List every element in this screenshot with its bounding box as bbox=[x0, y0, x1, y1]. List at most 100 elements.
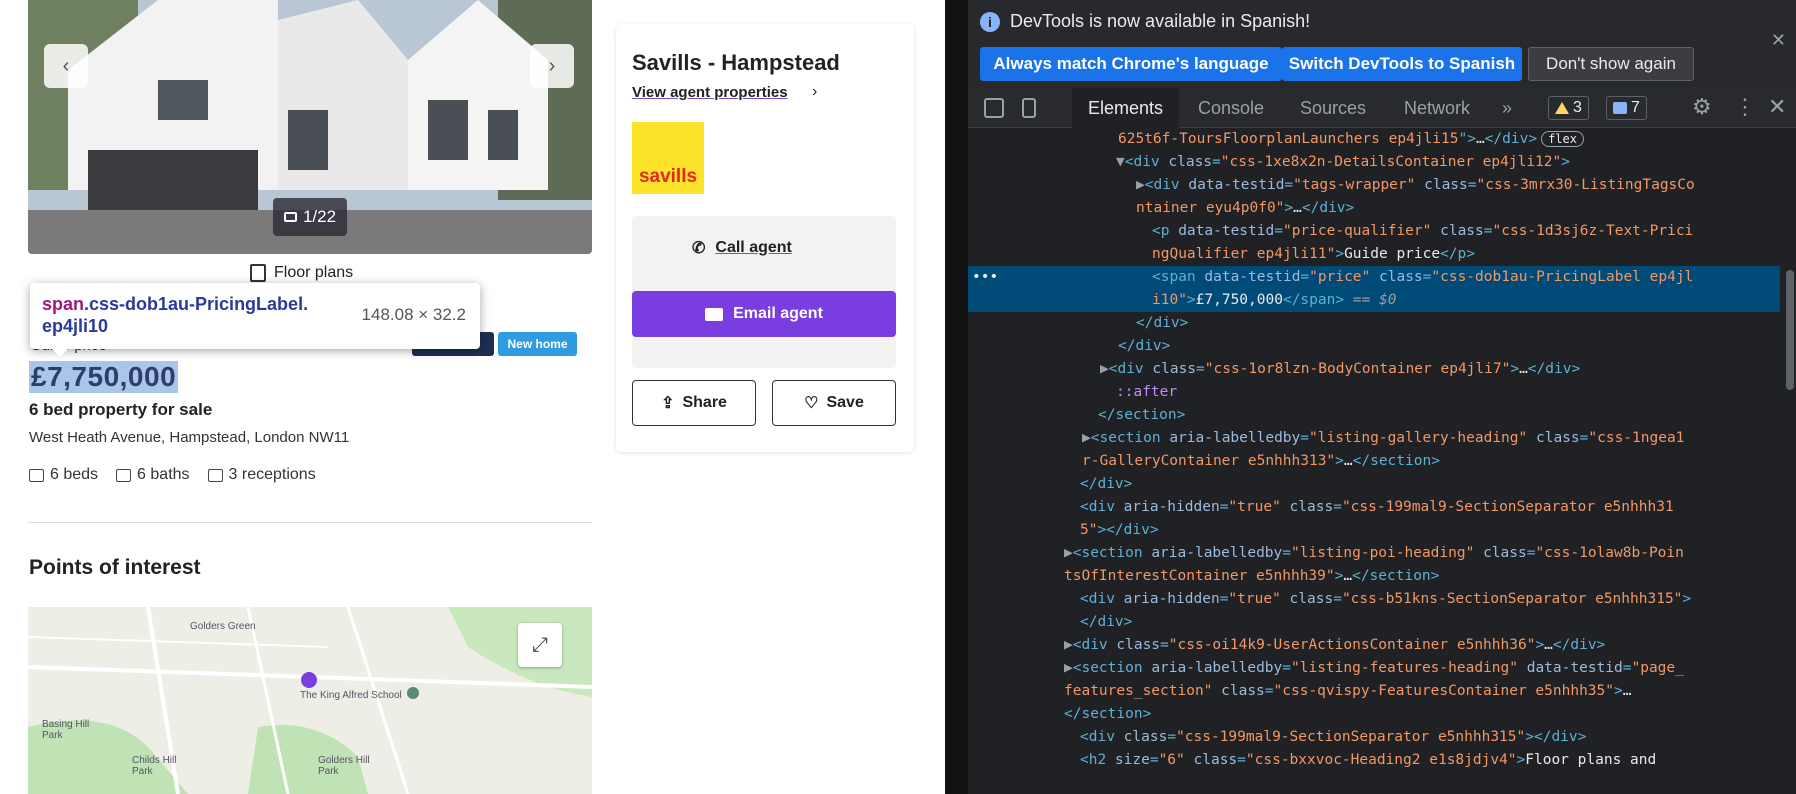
bath-icon bbox=[116, 468, 132, 482]
save-button[interactable]: ♡ Save bbox=[772, 380, 896, 426]
device-toolbar-icon[interactable] bbox=[1022, 98, 1036, 118]
envelope-icon bbox=[705, 307, 724, 321]
tooltip-size: 148.08 × 32.2 bbox=[361, 305, 466, 324]
dom-node-selected: i10">£7,750,000</span> == $0 bbox=[968, 289, 1780, 312]
gallery-next-button[interactable]: › bbox=[530, 44, 574, 88]
switch-to-spanish-button[interactable]: Switch DevTools to Spanish bbox=[1282, 47, 1522, 81]
dom-node[interactable]: ▶<section aria-labelledby="listing-poi-h… bbox=[968, 542, 1780, 565]
dom-node[interactable]: <div aria-hidden="true" class="css-199ma… bbox=[968, 496, 1780, 519]
dom-node[interactable]: ▶<section aria-labelledby="listing-featu… bbox=[968, 657, 1780, 680]
share-label: Share bbox=[682, 394, 727, 411]
dom-node: tsOfInterestContainer e5nhhh39">…</secti… bbox=[1064, 568, 1440, 584]
share-button[interactable]: ⇪ Share bbox=[632, 380, 756, 426]
language-infobar: i DevTools is now available in Spanish! … bbox=[968, 0, 1796, 88]
email-agent-button[interactable]: Email agent bbox=[632, 291, 896, 337]
tab-network[interactable]: Network bbox=[1404, 88, 1470, 128]
warning-icon bbox=[1555, 102, 1569, 114]
devtools-scrollbar-thumb[interactable] bbox=[1786, 270, 1794, 390]
dom-node[interactable]: </div> bbox=[968, 312, 1780, 335]
gallery-prev-button[interactable]: ‹ bbox=[44, 44, 88, 88]
map-label-basing-hill: Basing Hill Park bbox=[42, 719, 90, 741]
chevron-right-icon: › bbox=[548, 54, 556, 77]
agent-card: Savills - Hampstead View agent propertie… bbox=[616, 24, 914, 452]
warnings-counter[interactable]: 3 bbox=[1548, 96, 1589, 120]
dom-node[interactable]: 625t6f-ToursFloorplanLaunchers ep4jli15"… bbox=[968, 128, 1780, 151]
tab-elements[interactable]: Elements bbox=[1072, 88, 1180, 128]
contact-box: ✆ Call agent Email agent bbox=[632, 216, 896, 368]
dom-node-selected[interactable]: ••• <span data-testid="price" class="css-… bbox=[968, 266, 1780, 289]
tooltip-selector: span.css-dob1au-PricingLabel. ep4jli10 bbox=[42, 294, 309, 336]
map-label-golders-green: Golders Green bbox=[190, 621, 256, 632]
dom-node[interactable]: </div> bbox=[968, 335, 1780, 358]
dom-node: 5"></div> bbox=[1080, 522, 1159, 538]
elements-dom-tree[interactable]: 625t6f-ToursFloorplanLaunchers ep4jli15"… bbox=[968, 128, 1780, 794]
feature-beds: 6 beds bbox=[29, 466, 98, 484]
dom-node[interactable]: <p data-testid="price-qualifier" class="… bbox=[968, 220, 1780, 243]
map-label-childs-hill: Childs Hill Park bbox=[132, 755, 177, 777]
close-devtools-icon[interactable]: ✕ bbox=[1768, 94, 1786, 120]
always-match-language-button[interactable]: Always match Chrome's language bbox=[980, 47, 1282, 81]
dom-node[interactable]: ▶<div class="css-oi14k9-UserActionsConta… bbox=[968, 634, 1780, 657]
chevron-right-icon: › bbox=[812, 83, 818, 100]
dom-node: </section> bbox=[1064, 706, 1152, 722]
dom-node[interactable]: ▶<div class="css-1or8lzn-BodyContainer e… bbox=[968, 358, 1780, 381]
heart-icon: ♡ bbox=[804, 395, 819, 412]
listing-gallery[interactable]: ‹ › 1/22 bbox=[28, 0, 592, 254]
dom-node[interactable]: ▼<div class="css-1xe8x2n-DetailsContaine… bbox=[968, 151, 1780, 174]
dom-node[interactable]: ::after bbox=[968, 381, 1780, 404]
kebab-menu-icon[interactable]: ⋮ bbox=[1734, 94, 1756, 120]
floor-plans-link[interactable]: Floor plans bbox=[250, 264, 353, 282]
dom-node[interactable]: <div aria-hidden="true" class="css-b51kn… bbox=[968, 588, 1780, 611]
agent-logo[interactable]: savills bbox=[632, 122, 704, 194]
sofa-icon bbox=[207, 468, 223, 482]
phone-icon: ✆ bbox=[692, 240, 706, 257]
tab-sources[interactable]: Sources bbox=[1300, 88, 1366, 128]
devtools-toolbar: Elements Console Sources Network » 3 7 ⚙… bbox=[968, 88, 1796, 128]
ellipsis-icon[interactable]: ••• bbox=[972, 266, 998, 289]
feature-receptions: 3 receptions bbox=[207, 466, 316, 484]
dom-node: ngQualifier ep4jli11">Guide price</p> bbox=[1152, 246, 1476, 262]
save-label: Save bbox=[826, 394, 864, 411]
new-home-badge: New home bbox=[498, 332, 577, 356]
dom-node[interactable]: </div> bbox=[968, 473, 1780, 496]
photo-count-text: 1/22 bbox=[302, 207, 337, 226]
dom-node: ntainer eyu4p0f0">…</div> bbox=[1136, 200, 1355, 216]
dom-node[interactable]: ▶<section aria-labelledby="listing-galle… bbox=[968, 427, 1780, 450]
map-expand-button[interactable]: ⤢ bbox=[518, 623, 562, 667]
dom-node[interactable]: <h2 size="6" class="css-bxxvoc-Heading2 … bbox=[968, 749, 1780, 772]
share-icon: ⇪ bbox=[661, 395, 675, 412]
inspect-element-icon[interactable] bbox=[984, 98, 1004, 118]
camera-icon bbox=[283, 212, 297, 222]
listing-features: 6 beds 6 baths 3 receptions bbox=[29, 466, 316, 484]
floor-plans-label: Floor plans bbox=[274, 264, 354, 281]
expand-icon: ⤢ bbox=[532, 633, 548, 656]
photo-counter[interactable]: 1/22 bbox=[273, 198, 347, 236]
webpage-viewport: ‹ › 1/22 Floor plans Guide price Feature… bbox=[0, 0, 945, 794]
feature-baths: 6 baths bbox=[116, 466, 190, 484]
close-icon[interactable]: ✕ bbox=[1771, 30, 1786, 51]
map-label-school: The King Alfred School bbox=[300, 690, 402, 701]
email-agent-label: Email agent bbox=[733, 305, 823, 322]
call-agent-button[interactable]: ✆ Call agent bbox=[692, 238, 792, 258]
poi-map[interactable]: Golders Green The King Alfred School Gol… bbox=[28, 607, 592, 794]
map-label-golders-hill: Golders Hill Park bbox=[318, 755, 370, 777]
dont-show-again-button[interactable]: Don't show again bbox=[1528, 47, 1694, 81]
tab-console[interactable]: Console bbox=[1198, 88, 1264, 128]
listing-price: £7,750,000 bbox=[29, 361, 179, 393]
listing-address: West Heath Avenue, Hampstead, London NW1… bbox=[29, 429, 350, 446]
devtools-panel: i DevTools is now available in Spanish! … bbox=[968, 0, 1796, 794]
floor-plan-icon bbox=[250, 264, 266, 282]
dom-node: r-GalleryContainer e5nhhh313">…</section… bbox=[1082, 453, 1440, 469]
message-icon bbox=[1613, 102, 1627, 114]
more-tabs-button[interactable]: » bbox=[1502, 88, 1512, 128]
dom-node[interactable]: <div class="css-199mal9-SectionSeparator… bbox=[968, 726, 1780, 749]
view-agent-properties-link[interactable]: View agent properties bbox=[632, 84, 788, 101]
dom-node: features_section" class="css-qvispy-Feat… bbox=[1064, 683, 1632, 699]
info-icon: i bbox=[980, 12, 1000, 32]
gear-icon[interactable]: ⚙ bbox=[1692, 94, 1712, 120]
messages-counter[interactable]: 7 bbox=[1606, 96, 1647, 120]
dom-node[interactable]: </section> bbox=[968, 404, 1780, 427]
dom-node[interactable]: ▶<div data-testid="tags-wrapper" class="… bbox=[968, 174, 1780, 197]
points-of-interest-heading: Points of interest bbox=[29, 556, 201, 579]
devtools-scrollbar[interactable] bbox=[1782, 128, 1796, 794]
